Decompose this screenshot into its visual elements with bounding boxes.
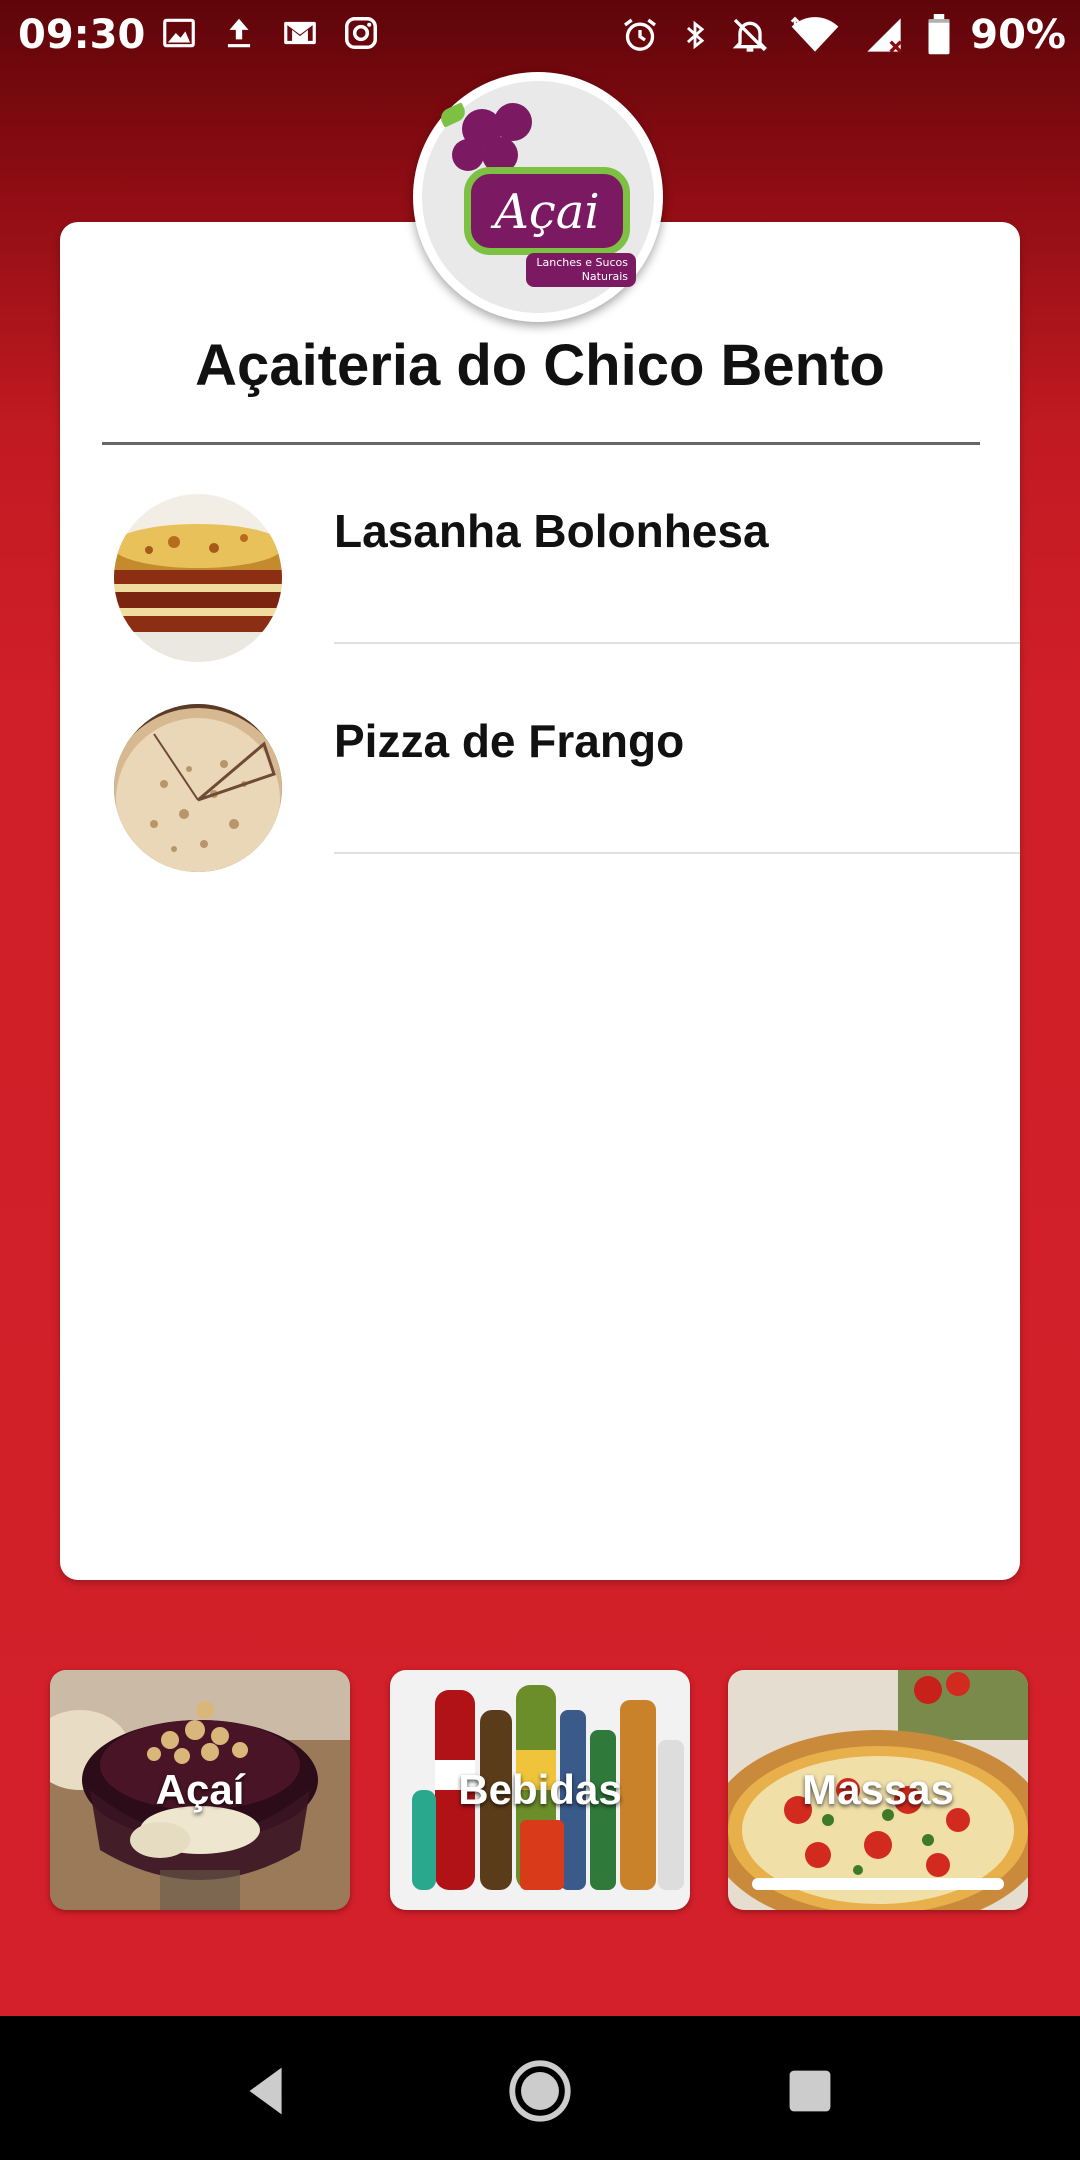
chicken-pizza-photo: [114, 704, 282, 872]
title-divider: [102, 442, 980, 445]
bluetooth-icon: [678, 15, 712, 55]
status-right-icons: 90%: [620, 12, 1066, 58]
signal-icon: [860, 15, 908, 55]
category-label: Açaí: [155, 1766, 245, 1813]
lasagna-photo: [114, 494, 282, 662]
category-acai[interactable]: Açaí: [50, 1670, 350, 1910]
battery-percentage: 90%: [970, 12, 1066, 58]
category-label: Bebidas: [458, 1766, 622, 1813]
image-icon: [160, 14, 198, 52]
category-bebidas[interactable]: Bebidas: [390, 1670, 690, 1910]
menu-item[interactable]: Pizza de Frango: [60, 694, 1020, 904]
instagram-icon: [342, 14, 380, 52]
restaurant-card: Açaiteria do Chico Bento Lasanha Bolonhe…: [60, 222, 1020, 1580]
home-icon[interactable]: [505, 2056, 575, 2126]
status-bar: 09:30 90%: [0, 0, 1080, 72]
restaurant-title: Açaiteria do Chico Bento: [195, 333, 885, 398]
alarm-icon: [620, 15, 660, 55]
battery-icon: [926, 14, 952, 56]
gmail-icon: [280, 14, 320, 52]
item-divider: [334, 642, 1020, 644]
item-divider: [334, 852, 1020, 854]
menu-item-name: Lasanha Bolonhesa: [334, 505, 769, 557]
recents-icon[interactable]: [775, 2056, 845, 2126]
logo-wordmark: Açai: [494, 184, 600, 240]
upload-icon: [220, 14, 258, 52]
status-left-icons: [160, 14, 380, 52]
logo-badge: Açai Lanches e Sucos Naturais: [422, 81, 654, 313]
status-time: 09:30: [18, 12, 146, 58]
notifications-off-icon: [730, 15, 770, 55]
menu-item-name: Pizza de Frango: [334, 715, 685, 767]
category-massas[interactable]: Massas: [728, 1670, 1028, 1910]
category-label: Massas: [802, 1766, 954, 1813]
logo-tagline: Lanches e Sucos Naturais: [526, 253, 636, 287]
wifi-icon: [788, 15, 842, 55]
navigation-bar: [0, 2016, 1080, 2160]
restaurant-logo: Açai Lanches e Sucos Naturais: [413, 72, 663, 322]
back-icon[interactable]: [232, 2056, 302, 2126]
selected-indicator: [752, 1878, 1004, 1890]
menu-item[interactable]: Lasanha Bolonhesa: [60, 484, 1020, 694]
